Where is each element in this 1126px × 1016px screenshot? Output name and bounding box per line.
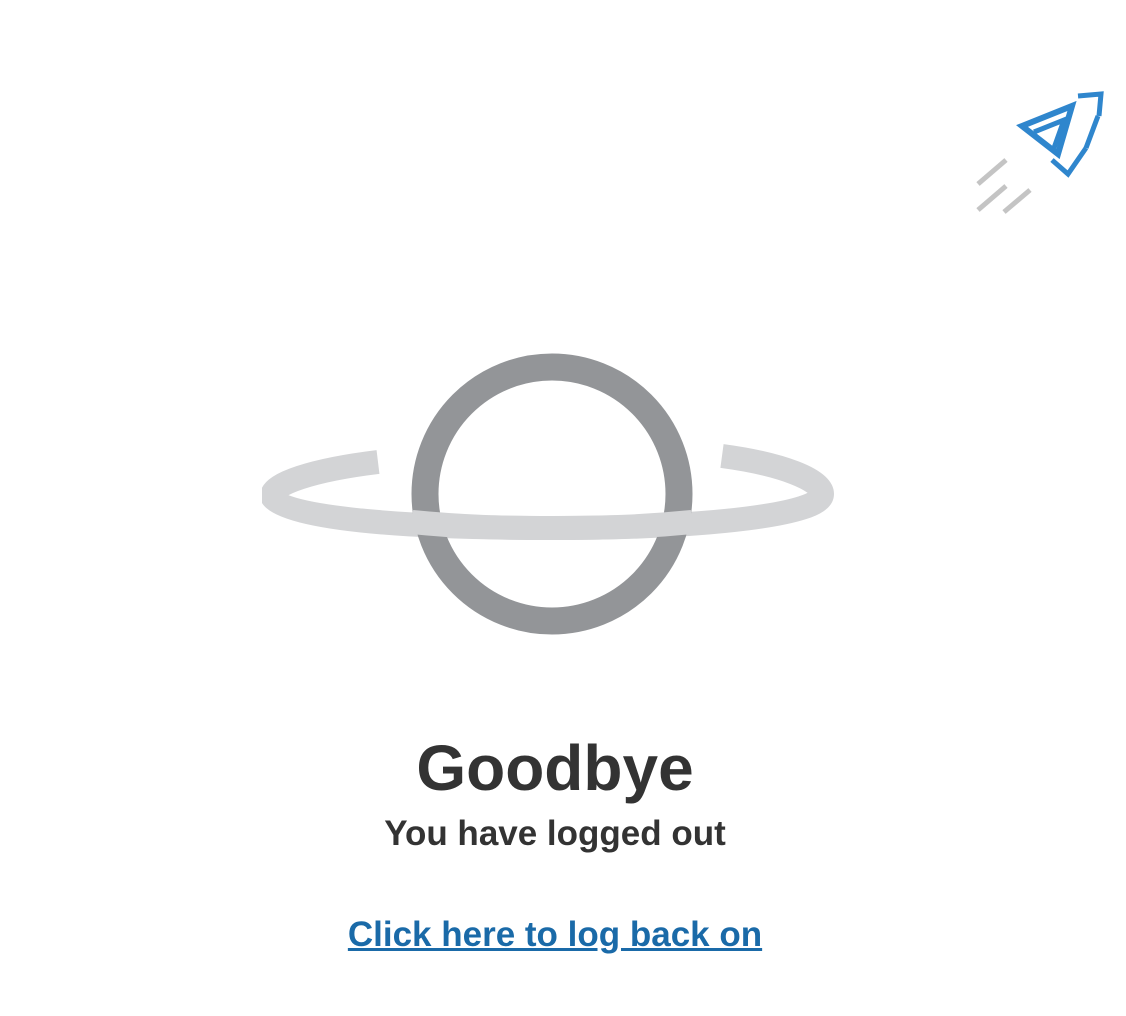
logout-page: Goodbye You have logged out Click here t… [0, 0, 1126, 1016]
page-title: Goodbye [416, 732, 694, 804]
relogin-link[interactable]: Click here to log back on [348, 915, 762, 954]
logout-message: You have logged out [384, 814, 726, 853]
rocket-icon [976, 91, 1104, 214]
relogin-container: Click here to log back on [0, 912, 1110, 958]
planet-icon [262, 353, 835, 635]
